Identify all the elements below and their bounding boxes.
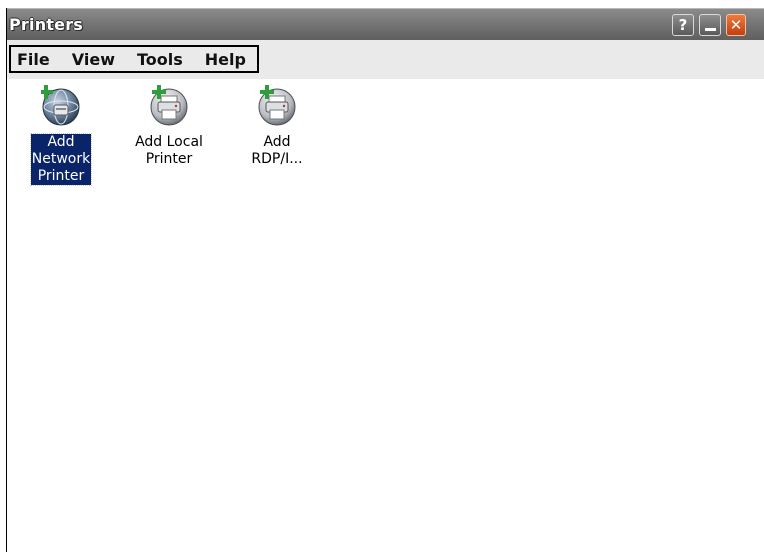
window-title: Printers (9, 15, 84, 34)
add-rdp-printer-label: Add RDP/I... (251, 134, 303, 167)
help-button[interactable]: ? (672, 14, 694, 36)
title-bar[interactable]: Printers ? ✕ (7, 8, 764, 40)
help-icon: ? (678, 16, 688, 34)
close-icon: ✕ (729, 16, 743, 34)
minimize-icon (704, 28, 716, 31)
printers-window: Printers ? ✕ File View Tools Help Add Ne… (6, 8, 764, 552)
local-printer-add-icon (149, 83, 189, 127)
printers-list-view[interactable]: Add Network Printer Add Local Printer Ad… (7, 79, 764, 552)
add-local-printer-label: Add Local Printer (135, 134, 203, 167)
menu-bar-group: File View Tools Help (9, 45, 259, 73)
menu-view[interactable]: View (66, 50, 115, 69)
menu-tools[interactable]: Tools (131, 50, 183, 69)
rdp-printer-add-icon (257, 83, 297, 127)
add-local-printer-item[interactable]: Add Local Printer (127, 83, 211, 168)
minimize-button[interactable] (699, 14, 721, 36)
network-printer-add-icon (39, 83, 81, 127)
add-network-printer-item[interactable]: Add Network Printer (19, 83, 103, 186)
menu-file[interactable]: File (11, 50, 50, 69)
add-rdp-printer-item[interactable]: Add RDP/I... (235, 83, 319, 168)
add-network-printer-label: Add Network Printer (29, 133, 93, 186)
menu-help[interactable]: Help (199, 50, 246, 69)
close-button[interactable]: ✕ (726, 14, 746, 36)
menu-bar: File View Tools Help (7, 40, 764, 79)
